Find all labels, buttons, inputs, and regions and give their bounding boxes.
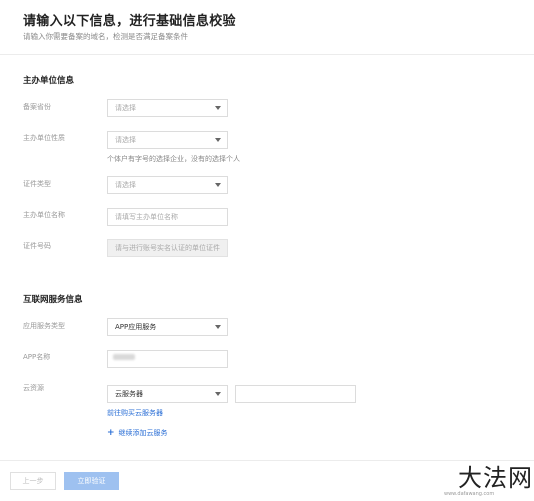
cert-no-placeholder: 请与进行账号实名认证的单位证件 [115,244,220,252]
page-title: 请输入以下信息，进行基础信息校验 [23,14,236,29]
province-select-value: 请选择 [115,104,136,112]
label-sponsor-name: 主办单位名称 [23,211,65,219]
cert-type-select[interactable]: 请选择 [107,176,228,194]
add-cloud-service-label: 继续添加云服务 [118,429,168,437]
cloud-type-select[interactable]: 云服务器 [107,385,228,403]
chevron-down-icon [215,325,221,329]
service-type-select[interactable]: APP应用服务 [107,318,228,336]
label-province: 备案省份 [23,103,51,111]
cloud-resource-input[interactable] [235,385,356,403]
section-title-sponsor: 主办单位信息 [23,76,75,86]
label-app-name: APP名称 [23,353,51,361]
cert-no-input: 请与进行账号实名认证的单位证件 [107,239,228,257]
sponsor-name-input[interactable]: 请填写主办单位名称 [107,208,228,226]
app-name-redacted-value [113,354,135,360]
province-select[interactable]: 请选择 [107,99,228,117]
sponsor-name-placeholder: 请填写主办单位名称 [115,213,178,221]
chevron-down-icon [215,392,221,396]
cert-type-select-value: 请选择 [115,181,136,189]
label-cloud: 云资源 [23,384,44,392]
verify-button[interactable]: 立即验证 [64,472,119,490]
chevron-down-icon [215,106,221,110]
label-service-type: 应用服务类型 [23,322,65,330]
add-cloud-service-link[interactable]: + 继续添加云服务 [107,428,168,438]
watermark-logo: 大法网 [458,464,533,492]
label-cert-type: 证件类型 [23,180,51,188]
service-type-value: APP应用服务 [115,323,157,331]
chevron-down-icon [215,138,221,142]
nature-hint: 个体户有字号的选择企业，没有的选择个人 [107,155,240,163]
nature-select[interactable]: 请选择 [107,131,228,149]
page-subtitle: 请输入你需要备案的域名，检测是否满足备案条件 [23,32,188,41]
label-cert-no: 证件号码 [23,242,51,250]
chevron-down-icon [215,183,221,187]
page-header: 请输入以下信息，进行基础信息校验 请输入你需要备案的域名，检测是否满足备案条件 [0,0,534,55]
cloud-type-value: 云服务器 [115,390,143,398]
plus-icon: + [107,428,115,438]
label-nature: 主办单位性质 [23,134,65,142]
section-title-internet: 互联网服务信息 [23,295,83,305]
nature-select-value: 请选择 [115,136,136,144]
prev-button[interactable]: 上一步 [10,472,56,490]
buy-cloud-server-link[interactable]: 前往购买云服务器 [107,408,163,418]
watermark-url: www.dafawang.com [444,491,495,497]
